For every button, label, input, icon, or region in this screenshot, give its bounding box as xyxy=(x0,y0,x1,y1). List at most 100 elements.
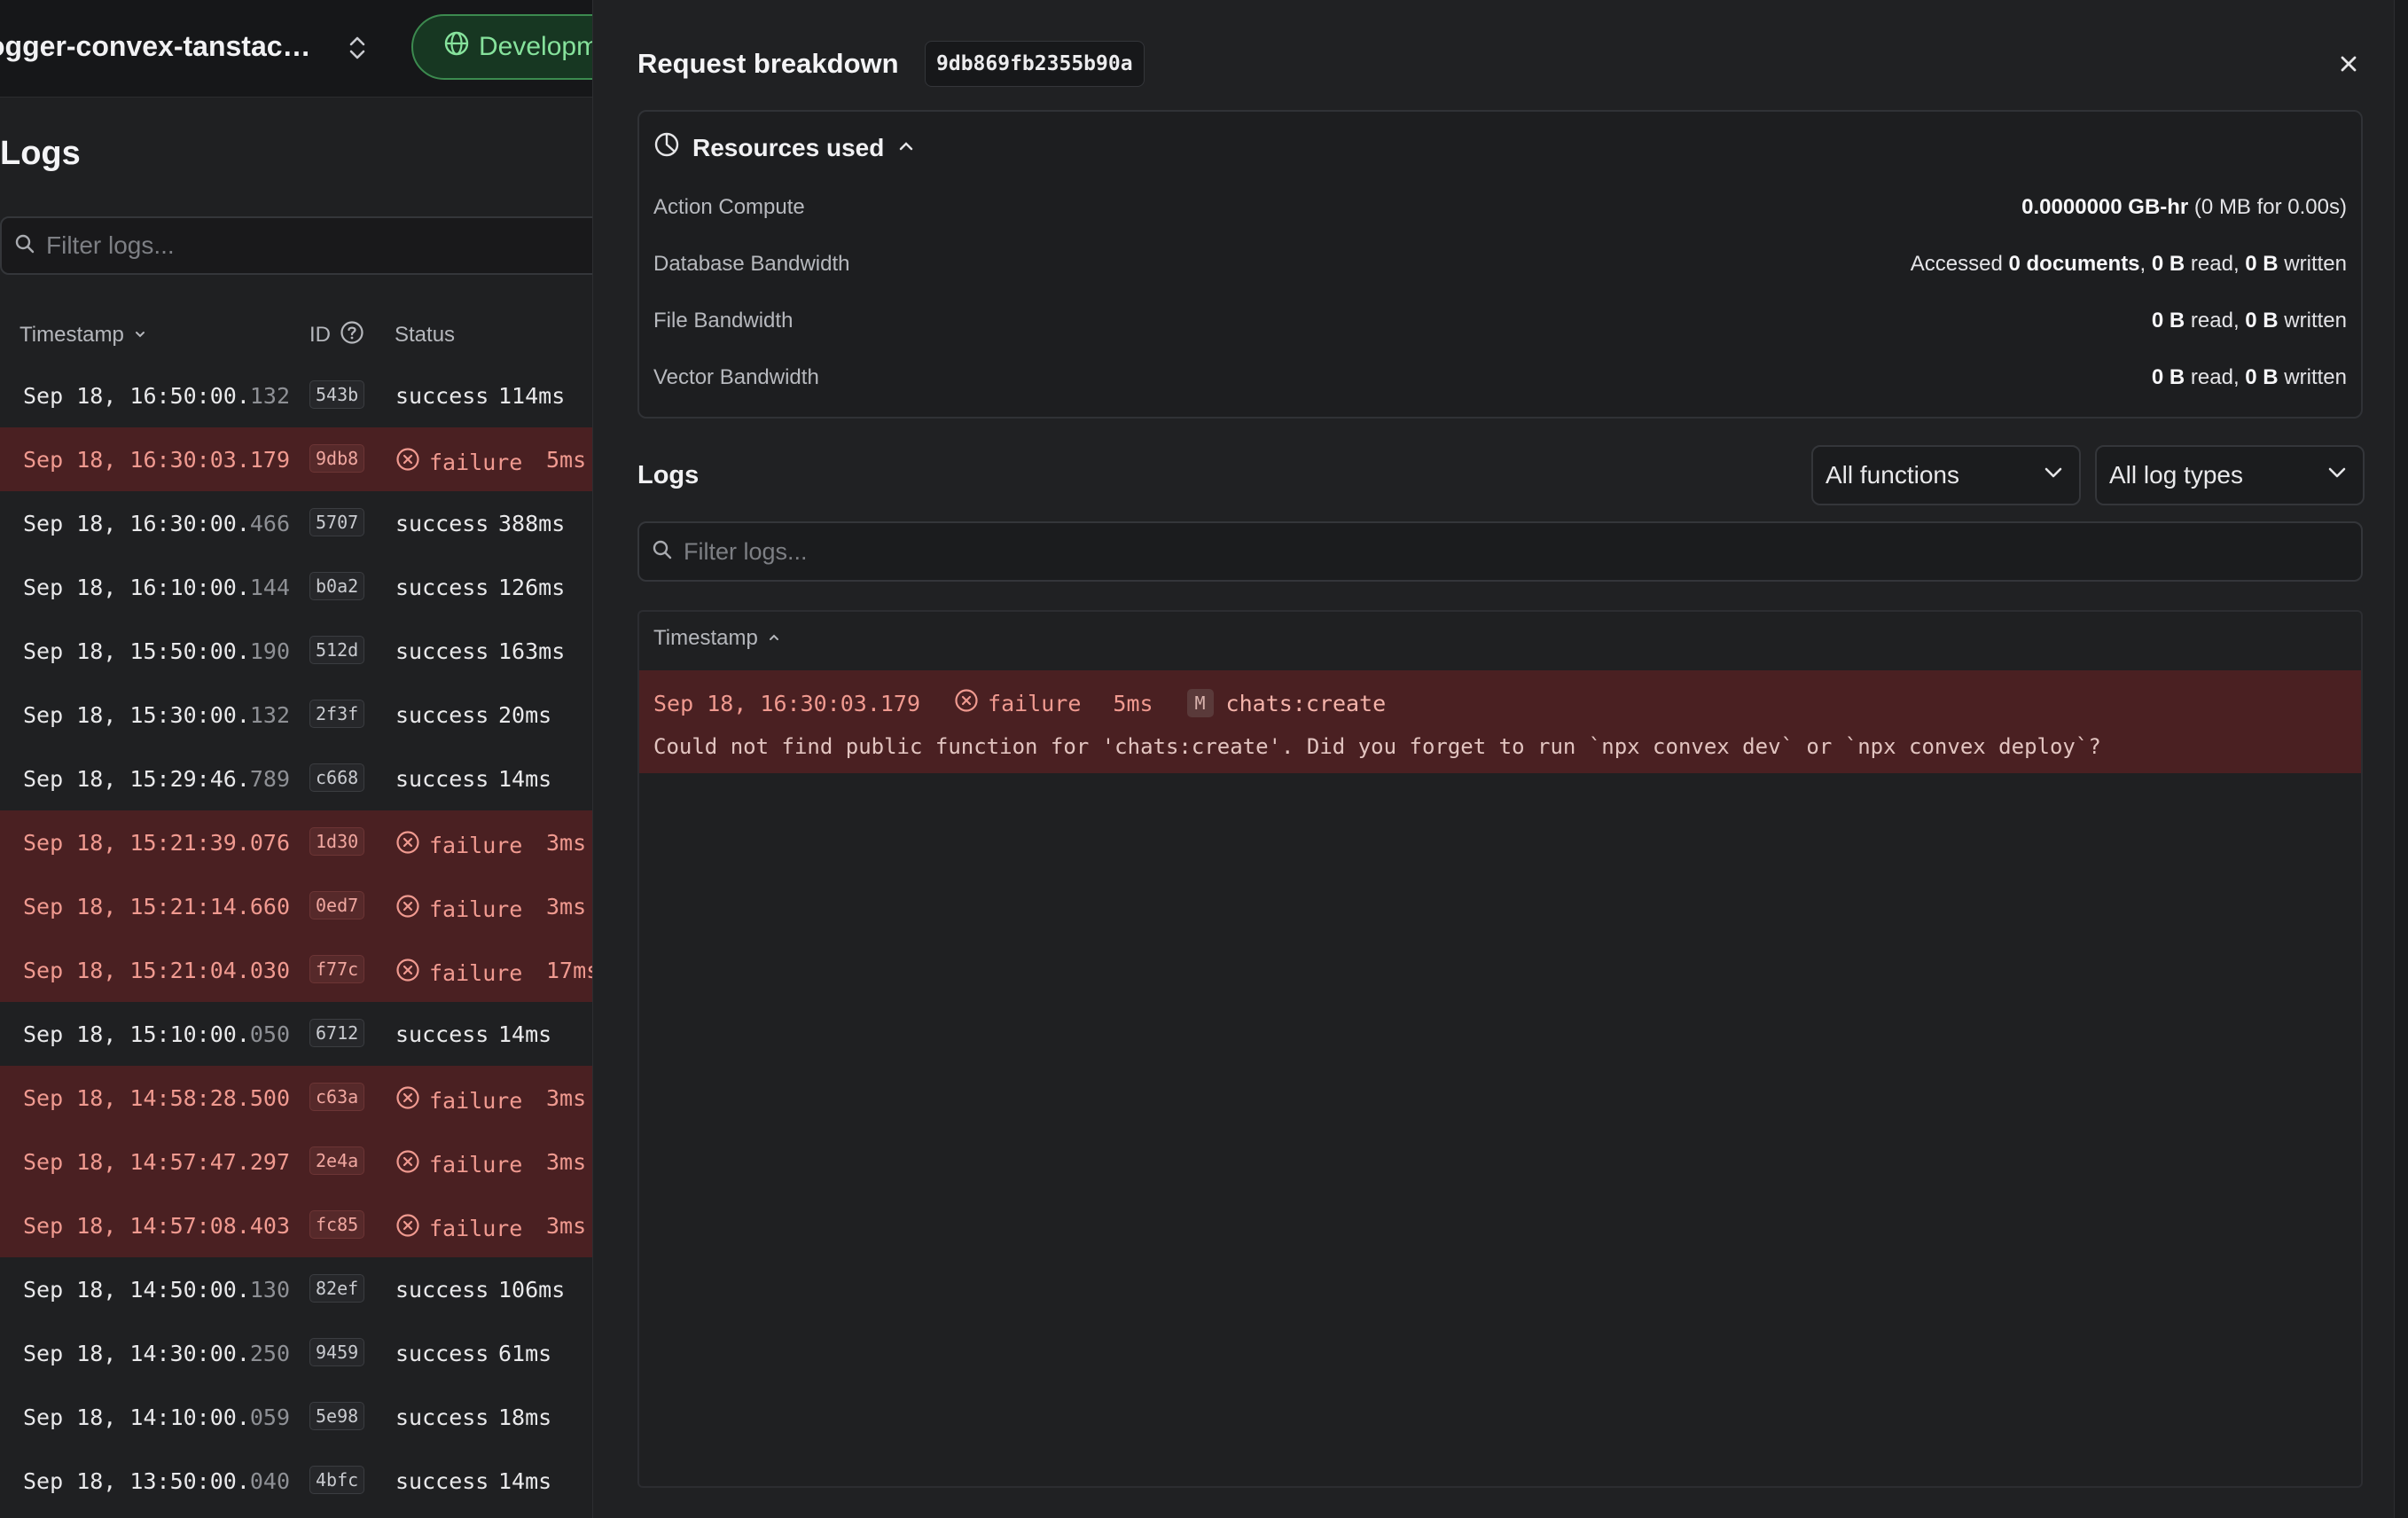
environment-label: Developm xyxy=(479,32,592,61)
log-row[interactable]: Sep 18, 15:21:39.076 1d30 failure 3ms xyxy=(0,810,592,874)
log-row-duration: 126ms xyxy=(498,575,566,600)
log-row-status: success xyxy=(395,383,489,409)
log-row-timestamp: Sep 18, 16:30:03.179 xyxy=(23,447,291,473)
log-row-duration: 3ms xyxy=(546,1149,587,1175)
log-row-id: c63a xyxy=(309,1083,365,1111)
file-bandwidth-row: File Bandwidth 0 B read, 0 B written xyxy=(653,303,2347,339)
top-bar: ogger-convex-tanstac… Developm xyxy=(0,0,592,98)
log-entry[interactable]: Sep 18, 16:30:03.179 failure 5ms M chats… xyxy=(639,670,2361,773)
log-message: Could not find public function for 'chat… xyxy=(653,734,2101,759)
log-row-timestamp: Sep 18, 14:57:47.297 xyxy=(23,1149,291,1175)
functions-dropdown-value: All functions xyxy=(1826,461,1959,489)
log-row-status: success xyxy=(395,1021,489,1047)
chevron-up-down-icon[interactable] xyxy=(344,32,371,64)
x-circle-icon xyxy=(395,1085,420,1115)
log-row[interactable]: Sep 18, 15:29:46.789 c668 success 14ms xyxy=(0,747,592,810)
log-row[interactable]: Sep 18, 15:30:00.132 2f3f success 20ms xyxy=(0,683,592,747)
action-compute-row: Action Compute 0.0000000 GB-hr (0 MB for… xyxy=(653,190,2347,225)
log-row[interactable]: Sep 18, 16:10:00.144 b0a2 success 126ms xyxy=(0,555,592,619)
log-row-duration: 3ms xyxy=(546,830,587,856)
log-row-id: 543b xyxy=(309,380,365,409)
log-row[interactable]: Sep 18, 14:30:00.250 9459 success 61ms xyxy=(0,1321,592,1385)
x-circle-icon xyxy=(395,447,420,477)
chevron-up-icon xyxy=(767,626,781,651)
scrollbar-gutter xyxy=(2394,0,2408,1518)
close-icon[interactable] xyxy=(2334,50,2363,78)
panel-logs-filter[interactable] xyxy=(637,521,2363,582)
timestamp-column-header[interactable]: Timestamp xyxy=(20,323,147,348)
log-row[interactable]: Sep 18, 15:50:00.190 512d success 163ms xyxy=(0,619,592,683)
log-row-timestamp: Sep 18, 15:21:14.660 xyxy=(23,894,291,919)
log-row[interactable]: Sep 18, 14:10:00.059 5e98 success 18ms xyxy=(0,1385,592,1449)
globe-icon xyxy=(443,30,470,64)
log-row-status: failure xyxy=(395,894,522,924)
log-row-duration: 14ms xyxy=(498,766,552,792)
log-row-status: success xyxy=(395,1468,489,1494)
log-row-timestamp: Sep 18, 15:21:39.076 xyxy=(23,830,291,856)
log-row[interactable]: Sep 18, 15:10:00.050 6712 success 14ms xyxy=(0,1002,592,1066)
log-row-id: 5707 xyxy=(309,508,365,536)
log-row[interactable]: Sep 18, 16:30:00.466 5707 success 388ms xyxy=(0,491,592,555)
resources-heading: Resources used xyxy=(692,133,885,161)
pie-chart-icon xyxy=(653,131,680,164)
log-row-status: failure xyxy=(395,1149,522,1179)
logs-filter-input[interactable] xyxy=(46,231,543,260)
help-circle-icon[interactable] xyxy=(340,320,364,351)
database-bandwidth-value: Accessed 0 documents, 0 B read, 0 B writ… xyxy=(1910,252,2347,276)
logs-page: ogger-convex-tanstac… Developm Logs Time… xyxy=(0,0,592,1518)
id-header-label: ID xyxy=(309,323,331,347)
log-row-id: 512d xyxy=(309,636,365,664)
log-row[interactable]: Sep 18, 13:50:00.040 4bfc success 14ms xyxy=(0,1449,592,1513)
request-id-badge: 9db869fb2355b90a xyxy=(925,41,1145,87)
log-row[interactable]: Sep 18, 14:57:08.403 fc85 failure 3ms xyxy=(0,1193,592,1257)
log-row-status: failure xyxy=(395,447,522,477)
chevron-up-icon xyxy=(896,134,916,162)
status-column-header: Status xyxy=(395,323,456,347)
log-row-status: success xyxy=(395,766,489,792)
log-types-dropdown[interactable]: All log types xyxy=(2095,445,2365,505)
log-row[interactable]: Sep 18, 14:57:47.297 2e4a failure 3ms xyxy=(0,1130,592,1193)
database-bandwidth-row: Database Bandwidth Accessed 0 documents,… xyxy=(653,246,2347,282)
log-row[interactable]: Sep 18, 16:50:00.132 543b success 114ms xyxy=(0,364,592,427)
log-row-timestamp: Sep 18, 14:30:00.250 xyxy=(23,1341,291,1366)
log-row-id: c668 xyxy=(309,763,365,792)
log-row-status: failure xyxy=(395,1085,522,1115)
panel-logs-filter-input[interactable] xyxy=(684,537,2279,566)
log-duration: 5ms xyxy=(1113,690,1153,716)
log-row-duration: 14ms xyxy=(498,1468,552,1494)
log-row-id: 0ed7 xyxy=(309,891,365,919)
log-row[interactable]: Sep 18, 15:21:14.660 0ed7 failure 3ms xyxy=(0,874,592,938)
log-function-name: chats:create xyxy=(1225,690,1387,716)
log-timestamp: Sep 18, 16:30:03.179 xyxy=(653,690,921,716)
log-row-timestamp: Sep 18, 15:29:46.789 xyxy=(23,766,291,792)
log-row[interactable]: Sep 18, 16:30:03.179 9db8 failure 5ms xyxy=(0,427,592,491)
log-row-id: f77c xyxy=(309,955,365,983)
file-bandwidth-value: 0 B read, 0 B written xyxy=(2151,309,2347,333)
log-row-status: success xyxy=(395,1277,489,1303)
log-status-label: failure xyxy=(988,690,1082,716)
log-row-duration: 163ms xyxy=(498,638,566,664)
log-row-id: 5e98 xyxy=(309,1402,365,1430)
logs-filter[interactable] xyxy=(0,216,592,275)
x-circle-icon xyxy=(395,830,420,860)
panel-title: Request breakdown xyxy=(637,48,899,79)
timestamp-sort-header[interactable]: Timestamp xyxy=(653,626,781,651)
timestamp-header-label: Timestamp xyxy=(653,626,758,650)
x-circle-icon xyxy=(395,1213,420,1243)
chevron-down-icon xyxy=(133,323,147,348)
environment-badge[interactable]: Developm xyxy=(411,14,592,80)
log-row-timestamp: Sep 18, 15:30:00.132 xyxy=(23,702,291,728)
log-row[interactable]: Sep 18, 15:21:04.030 f77c failure 17ms xyxy=(0,938,592,1002)
log-row[interactable]: Sep 18, 14:58:28.500 c63a failure 3ms xyxy=(0,1066,592,1130)
log-row-timestamp: Sep 18, 13:50:00.040 xyxy=(23,1468,291,1494)
vector-bandwidth-row: Vector Bandwidth 0 B read, 0 B written xyxy=(653,360,2347,395)
log-row-id: 9db8 xyxy=(309,444,365,473)
log-row-timestamp: Sep 18, 14:50:00.130 xyxy=(23,1277,291,1303)
x-circle-icon xyxy=(954,688,979,718)
x-circle-icon xyxy=(395,1149,420,1179)
resources-used-toggle[interactable]: Resources used xyxy=(653,131,916,164)
logs-section-title: Logs xyxy=(637,461,700,489)
log-row[interactable]: Sep 18, 14:50:00.130 82ef success 106ms xyxy=(0,1257,592,1321)
project-name[interactable]: ogger-convex-tanstac… xyxy=(0,30,311,63)
functions-dropdown[interactable]: All functions xyxy=(1811,445,2081,505)
